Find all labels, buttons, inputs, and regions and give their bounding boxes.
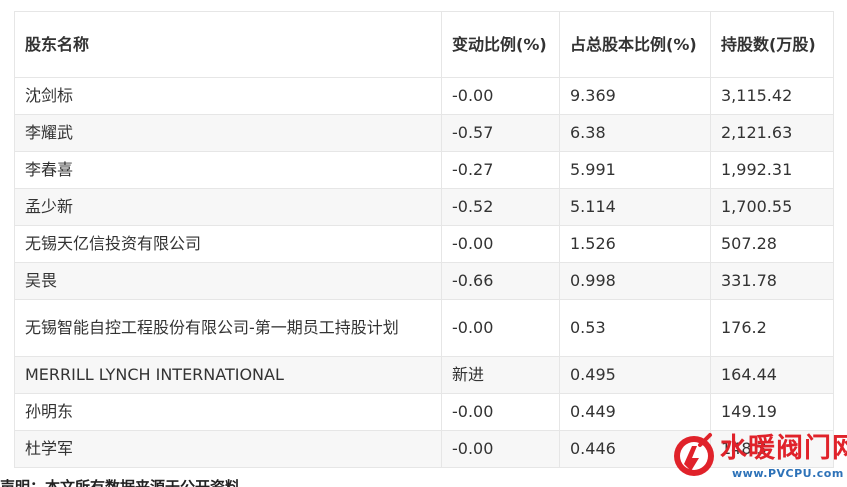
- pv-logo-icon: [674, 433, 714, 476]
- cell-holder-name: 无锡智能自控工程股份有限公司-第一期员工持股计划: [14, 299, 442, 357]
- table-header-row: 股东名称 变动比例(%) 占总股本比例(%) 持股数(万股): [14, 11, 834, 78]
- cell-change-ratio: -0.57: [441, 114, 560, 152]
- cell-share-count: 1,992.31: [710, 151, 834, 189]
- cell-holder-name: 吴畏: [14, 262, 442, 300]
- cell-holder-name: 无锡天亿信投资有限公司: [14, 225, 442, 263]
- cell-share-count: 1,700.55: [710, 188, 834, 226]
- cell-share-ratio: 6.38: [559, 114, 711, 152]
- table-row: 李耀武 -0.57 6.38 2,121.63: [14, 114, 834, 152]
- cell-share-count: 164.44: [710, 356, 834, 394]
- cell-holder-name: 沈剑标: [14, 77, 442, 115]
- cell-share-ratio: 0.495: [559, 356, 711, 394]
- cell-share-ratio: 5.991: [559, 151, 711, 189]
- site-watermark: 水暖阀门网 www.PVCPU.com: [664, 429, 847, 485]
- header-share-count: 持股数(万股): [710, 11, 834, 78]
- cell-change-ratio: -0.00: [441, 430, 560, 468]
- disclaimer-footnote: 声明：本文所有数据来源于公开资料: [0, 478, 241, 487]
- cell-share-count: 2,121.63: [710, 114, 834, 152]
- cell-share-ratio: 0.998: [559, 262, 711, 300]
- cell-share-count: 3,115.42: [710, 77, 834, 115]
- cell-change-ratio: -0.00: [441, 393, 560, 431]
- watermark-title: 水暖阀门网: [720, 433, 847, 464]
- header-share-ratio: 占总股本比例(%): [559, 11, 711, 78]
- cell-change-ratio: -0.00: [441, 225, 560, 263]
- table-row: 吴畏 -0.66 0.998 331.78: [14, 262, 834, 300]
- header-holder-name: 股东名称: [14, 11, 442, 78]
- header-change-ratio: 变动比例(%): [441, 11, 560, 78]
- cell-share-count: 176.2: [710, 299, 834, 357]
- cell-share-ratio: 0.53: [559, 299, 711, 357]
- cell-holder-name: 孙明东: [14, 393, 442, 431]
- cell-change-ratio: -0.52: [441, 188, 560, 226]
- cell-holder-name: 孟少新: [14, 188, 442, 226]
- cell-share-ratio: 9.369: [559, 77, 711, 115]
- table-row: 孙明东 -0.00 0.449 149.19: [14, 393, 834, 431]
- cell-holder-name: 李耀武: [14, 114, 442, 152]
- table-row: 沈剑标 -0.00 9.369 3,115.42: [14, 77, 834, 115]
- cell-change-ratio: -0.27: [441, 151, 560, 189]
- cell-share-count: 331.78: [710, 262, 834, 300]
- cell-holder-name: MERRILL LYNCH INTERNATIONAL: [14, 356, 442, 394]
- table-row: 孟少新 -0.52 5.114 1,700.55: [14, 188, 834, 226]
- cell-change-ratio: -0.66: [441, 262, 560, 300]
- cell-change-ratio: -0.00: [441, 299, 560, 357]
- cell-share-ratio: 5.114: [559, 188, 711, 226]
- cell-change-ratio: -0.00: [441, 77, 560, 115]
- table-row: 无锡天亿信投资有限公司 -0.00 1.526 507.28: [14, 225, 834, 263]
- table-row: 李春喜 -0.27 5.991 1,992.31: [14, 151, 834, 189]
- cell-holder-name: 杜学军: [14, 430, 442, 468]
- table-row: MERRILL LYNCH INTERNATIONAL 新进 0.495 164…: [14, 356, 834, 394]
- cell-share-count: 149.19: [710, 393, 834, 431]
- watermark-url: www.PVCPU.com: [732, 467, 844, 480]
- cell-share-ratio: 0.449: [559, 393, 711, 431]
- cell-share-count: 507.28: [710, 225, 834, 263]
- table-row: 无锡智能自控工程股份有限公司-第一期员工持股计划 -0.00 0.53 176.…: [14, 299, 834, 357]
- cell-share-ratio: 1.526: [559, 225, 711, 263]
- cell-change-ratio: 新进: [441, 356, 560, 394]
- shareholder-table: 股东名称 变动比例(%) 占总股本比例(%) 持股数(万股) 沈剑标 -0.00…: [14, 11, 834, 468]
- cell-holder-name: 李春喜: [14, 151, 442, 189]
